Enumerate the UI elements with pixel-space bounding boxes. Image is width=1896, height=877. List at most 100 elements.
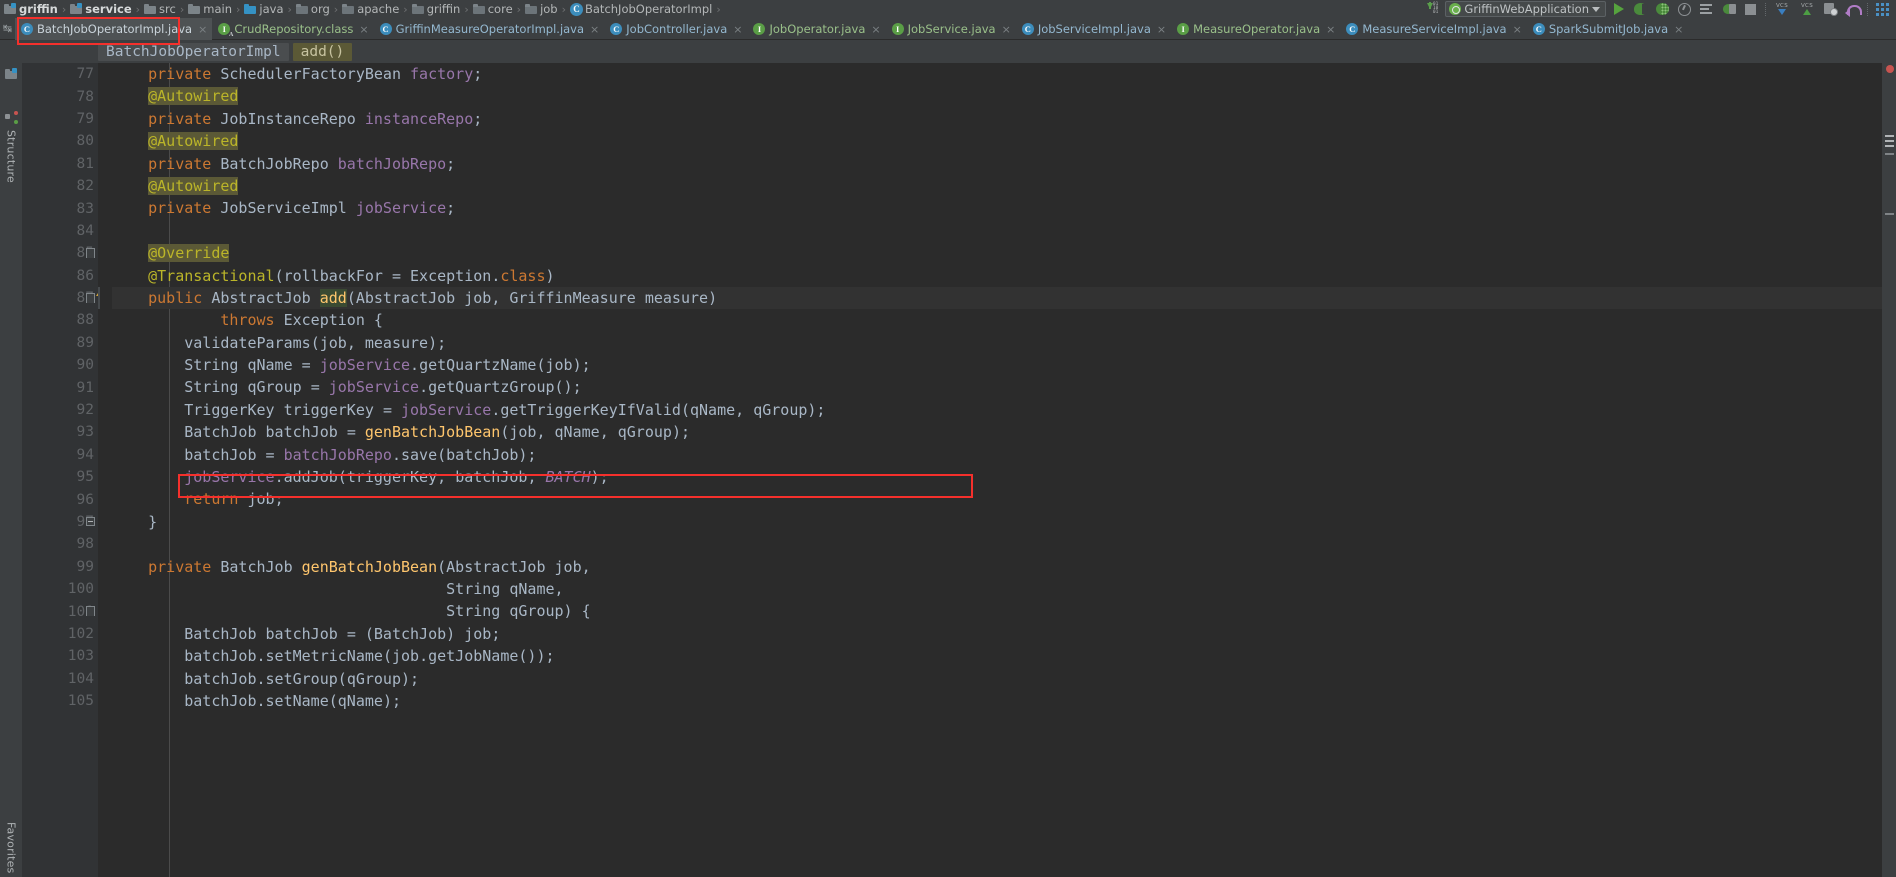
- editor-tab-measureoperator-java[interactable]: I MeasureOperator.java ×: [1171, 18, 1340, 40]
- fold-region-icon[interactable]: [86, 606, 95, 617]
- gutter-line-82[interactable]: 82: [22, 175, 98, 197]
- breadcrumb-item-apache[interactable]: apache: [340, 0, 402, 18]
- editor-tab-sparksubmitjob-java[interactable]: C SparkSubmitJob.java ×: [1527, 18, 1689, 40]
- vcs-rollback-button[interactable]: [1843, 1, 1862, 18]
- project-tool-window-icon[interactable]: [4, 65, 18, 85]
- breadcrumb-item-src[interactable]: src: [142, 0, 179, 18]
- gutter-line-97[interactable]: 97: [22, 511, 98, 533]
- close-icon[interactable]: ×: [196, 23, 207, 36]
- attach-debugger-button[interactable]: [1719, 1, 1738, 18]
- code-line-95[interactable]: jobService.addJob(triggerKey, batchJob, …: [112, 466, 1882, 488]
- code-line-104[interactable]: batchJob.setGroup(qGroup);: [112, 668, 1882, 690]
- run-configuration-selector[interactable]: GriffinWebApplication: [1445, 1, 1606, 17]
- gutter-line-81[interactable]: 81: [22, 153, 116, 175]
- gutter-line-92[interactable]: 92: [22, 399, 98, 421]
- gutter-line-78[interactable]: 78: [22, 85, 98, 107]
- code-line-101[interactable]: String qGroup) {: [112, 600, 1882, 622]
- code-line-85[interactable]: @Override: [112, 242, 1882, 264]
- close-icon[interactable]: ×: [1511, 23, 1522, 36]
- breadcrumb-item-job[interactable]: job: [523, 0, 561, 18]
- debug-button[interactable]: [1631, 1, 1650, 18]
- stop-button[interactable]: [1741, 1, 1760, 18]
- editor-tab-jobserviceimpl-java[interactable]: C JobServiceImpl.java ×: [1016, 18, 1171, 40]
- code-line-79[interactable]: private JobInstanceRepo instanceRepo;: [112, 108, 1882, 130]
- structure-tool-window-label[interactable]: Structure: [5, 130, 18, 183]
- gutter-line-101[interactable]: 101: [22, 600, 98, 622]
- gutter-line-98[interactable]: 98: [22, 533, 98, 555]
- breadcrumb-item-main[interactable]: main: [186, 0, 235, 18]
- code-line-98[interactable]: [112, 533, 1882, 555]
- code-line-82[interactable]: @Autowired: [112, 175, 1882, 197]
- gutter-line-94[interactable]: 94: [22, 444, 98, 466]
- code-line-91[interactable]: String qGroup = jobService.getQuartzGrou…: [112, 376, 1882, 398]
- error-marker-icon[interactable]: [1886, 65, 1894, 73]
- gutter-line-85[interactable]: 85: [22, 242, 98, 264]
- code-line-97[interactable]: }: [112, 511, 1882, 533]
- gutter-line-103[interactable]: 103: [22, 645, 98, 667]
- close-icon[interactable]: ×: [869, 23, 880, 36]
- gutter-line-99[interactable]: 99: [22, 556, 98, 578]
- vcs-update-button[interactable]: VCS: [1771, 1, 1793, 18]
- code-line-100[interactable]: String qName,: [112, 578, 1882, 600]
- code-line-81[interactable]: private BatchJobRepo batchJobRepo;: [112, 153, 1882, 175]
- editor-tab-jobservice-java[interactable]: I JobService.java ×: [886, 18, 1016, 40]
- close-icon[interactable]: ×: [1155, 23, 1166, 36]
- fold-region-icon[interactable]: [86, 248, 95, 259]
- editor-gutter[interactable]: 77 78 79 80 81 82 83 84 85 86 87 88 89 90 91 92 93 94 95 96…: [22, 63, 116, 877]
- favorites-tool-window-label[interactable]: Favorites: [5, 822, 18, 874]
- breadcrumb-item-griffin[interactable]: griffin: [410, 0, 464, 18]
- close-icon[interactable]: ×: [731, 23, 742, 36]
- code-line-96[interactable]: return job;: [112, 488, 1882, 510]
- code-line-80[interactable]: @Autowired: [112, 130, 1882, 152]
- code-line-99[interactable]: private BatchJob genBatchJobBean(Abstrac…: [112, 556, 1882, 578]
- editor-tab-joboperator-java[interactable]: I JobOperator.java ×: [747, 18, 885, 40]
- close-icon[interactable]: ×: [1324, 23, 1335, 36]
- gutter-line-84[interactable]: 84: [22, 220, 98, 242]
- breadcrumb-item-batchjoboperatorimpl[interactable]: C BatchJobOperatorImpl: [568, 0, 715, 18]
- gutter-line-89[interactable]: 89: [22, 332, 98, 354]
- code-line-90[interactable]: String qName = jobService.getQuartzName(…: [112, 354, 1882, 376]
- gutter-line-87[interactable]: 87: [22, 287, 116, 309]
- breadcrumb-class[interactable]: BatchJobOperatorImpl: [98, 42, 289, 61]
- close-icon[interactable]: ×: [357, 23, 368, 36]
- gutter-line-102[interactable]: 102: [22, 623, 98, 645]
- download-updates-icon[interactable]: 01 10 01: [1423, 1, 1442, 18]
- breadcrumb-item-java[interactable]: java: [242, 0, 286, 18]
- run-with-button[interactable]: [1697, 1, 1716, 18]
- gutter-line-80[interactable]: 80: [22, 130, 98, 152]
- gutter-line-95[interactable]: 95: [22, 466, 98, 488]
- fold-end-icon[interactable]: [86, 516, 95, 526]
- breadcrumb-item-service[interactable]: service: [68, 0, 134, 18]
- code-line-78[interactable]: @Autowired: [112, 85, 1882, 107]
- gutter-line-86[interactable]: 86: [22, 265, 98, 287]
- gutter-line-90[interactable]: 90: [22, 354, 98, 376]
- close-icon[interactable]: ×: [1672, 23, 1683, 36]
- breadcrumb-item-core[interactable]: core: [471, 0, 516, 18]
- close-icon[interactable]: ×: [1000, 23, 1011, 36]
- editor-tab-griffinmeasureoperatorimpl-java[interactable]: C GriffinMeasureOperatorImpl.java ×: [374, 18, 605, 40]
- code-line-88[interactable]: throws Exception {: [112, 309, 1882, 331]
- code-line-103[interactable]: batchJob.setMetricName(job.getJobName())…: [112, 645, 1882, 667]
- coverage-button[interactable]: [1653, 1, 1672, 18]
- close-icon[interactable]: ×: [588, 23, 599, 36]
- editor-scrollbar[interactable]: [1882, 63, 1896, 877]
- code-line-84[interactable]: [112, 220, 1882, 242]
- fold-region-icon[interactable]: [86, 292, 95, 303]
- breadcrumb-item-org[interactable]: org: [294, 0, 333, 18]
- gutter-line-79[interactable]: 79: [22, 108, 116, 130]
- pin-tabs-icon[interactable]: ↹: [0, 18, 15, 39]
- code-line-93[interactable]: BatchJob batchJob = genBatchJobBean(job,…: [112, 421, 1882, 443]
- editor-tab-measureserviceimpl-java[interactable]: C MeasureServiceImpl.java ×: [1340, 18, 1526, 40]
- gutter-line-100[interactable]: 100: [22, 578, 98, 600]
- vcs-commit-button[interactable]: VCS: [1796, 1, 1818, 18]
- code-line-77[interactable]: private SchedulerFactoryBean factory;: [112, 63, 1882, 85]
- editor-tab-crudrepository-class[interactable]: ICrudRepository.class×: [212, 18, 373, 40]
- breadcrumb-item-griffin[interactable]: griffin: [2, 0, 61, 18]
- run-button[interactable]: [1609, 1, 1628, 18]
- breadcrumb-method[interactable]: add(): [292, 42, 353, 61]
- profile-button[interactable]: [1675, 1, 1694, 18]
- gutter-line-96[interactable]: 96: [22, 488, 98, 510]
- editor-tab-jobcontroller-java[interactable]: C JobController.java ×: [604, 18, 747, 40]
- gutter-line-104[interactable]: 104: [22, 668, 98, 690]
- gutter-line-88[interactable]: 88: [22, 309, 98, 331]
